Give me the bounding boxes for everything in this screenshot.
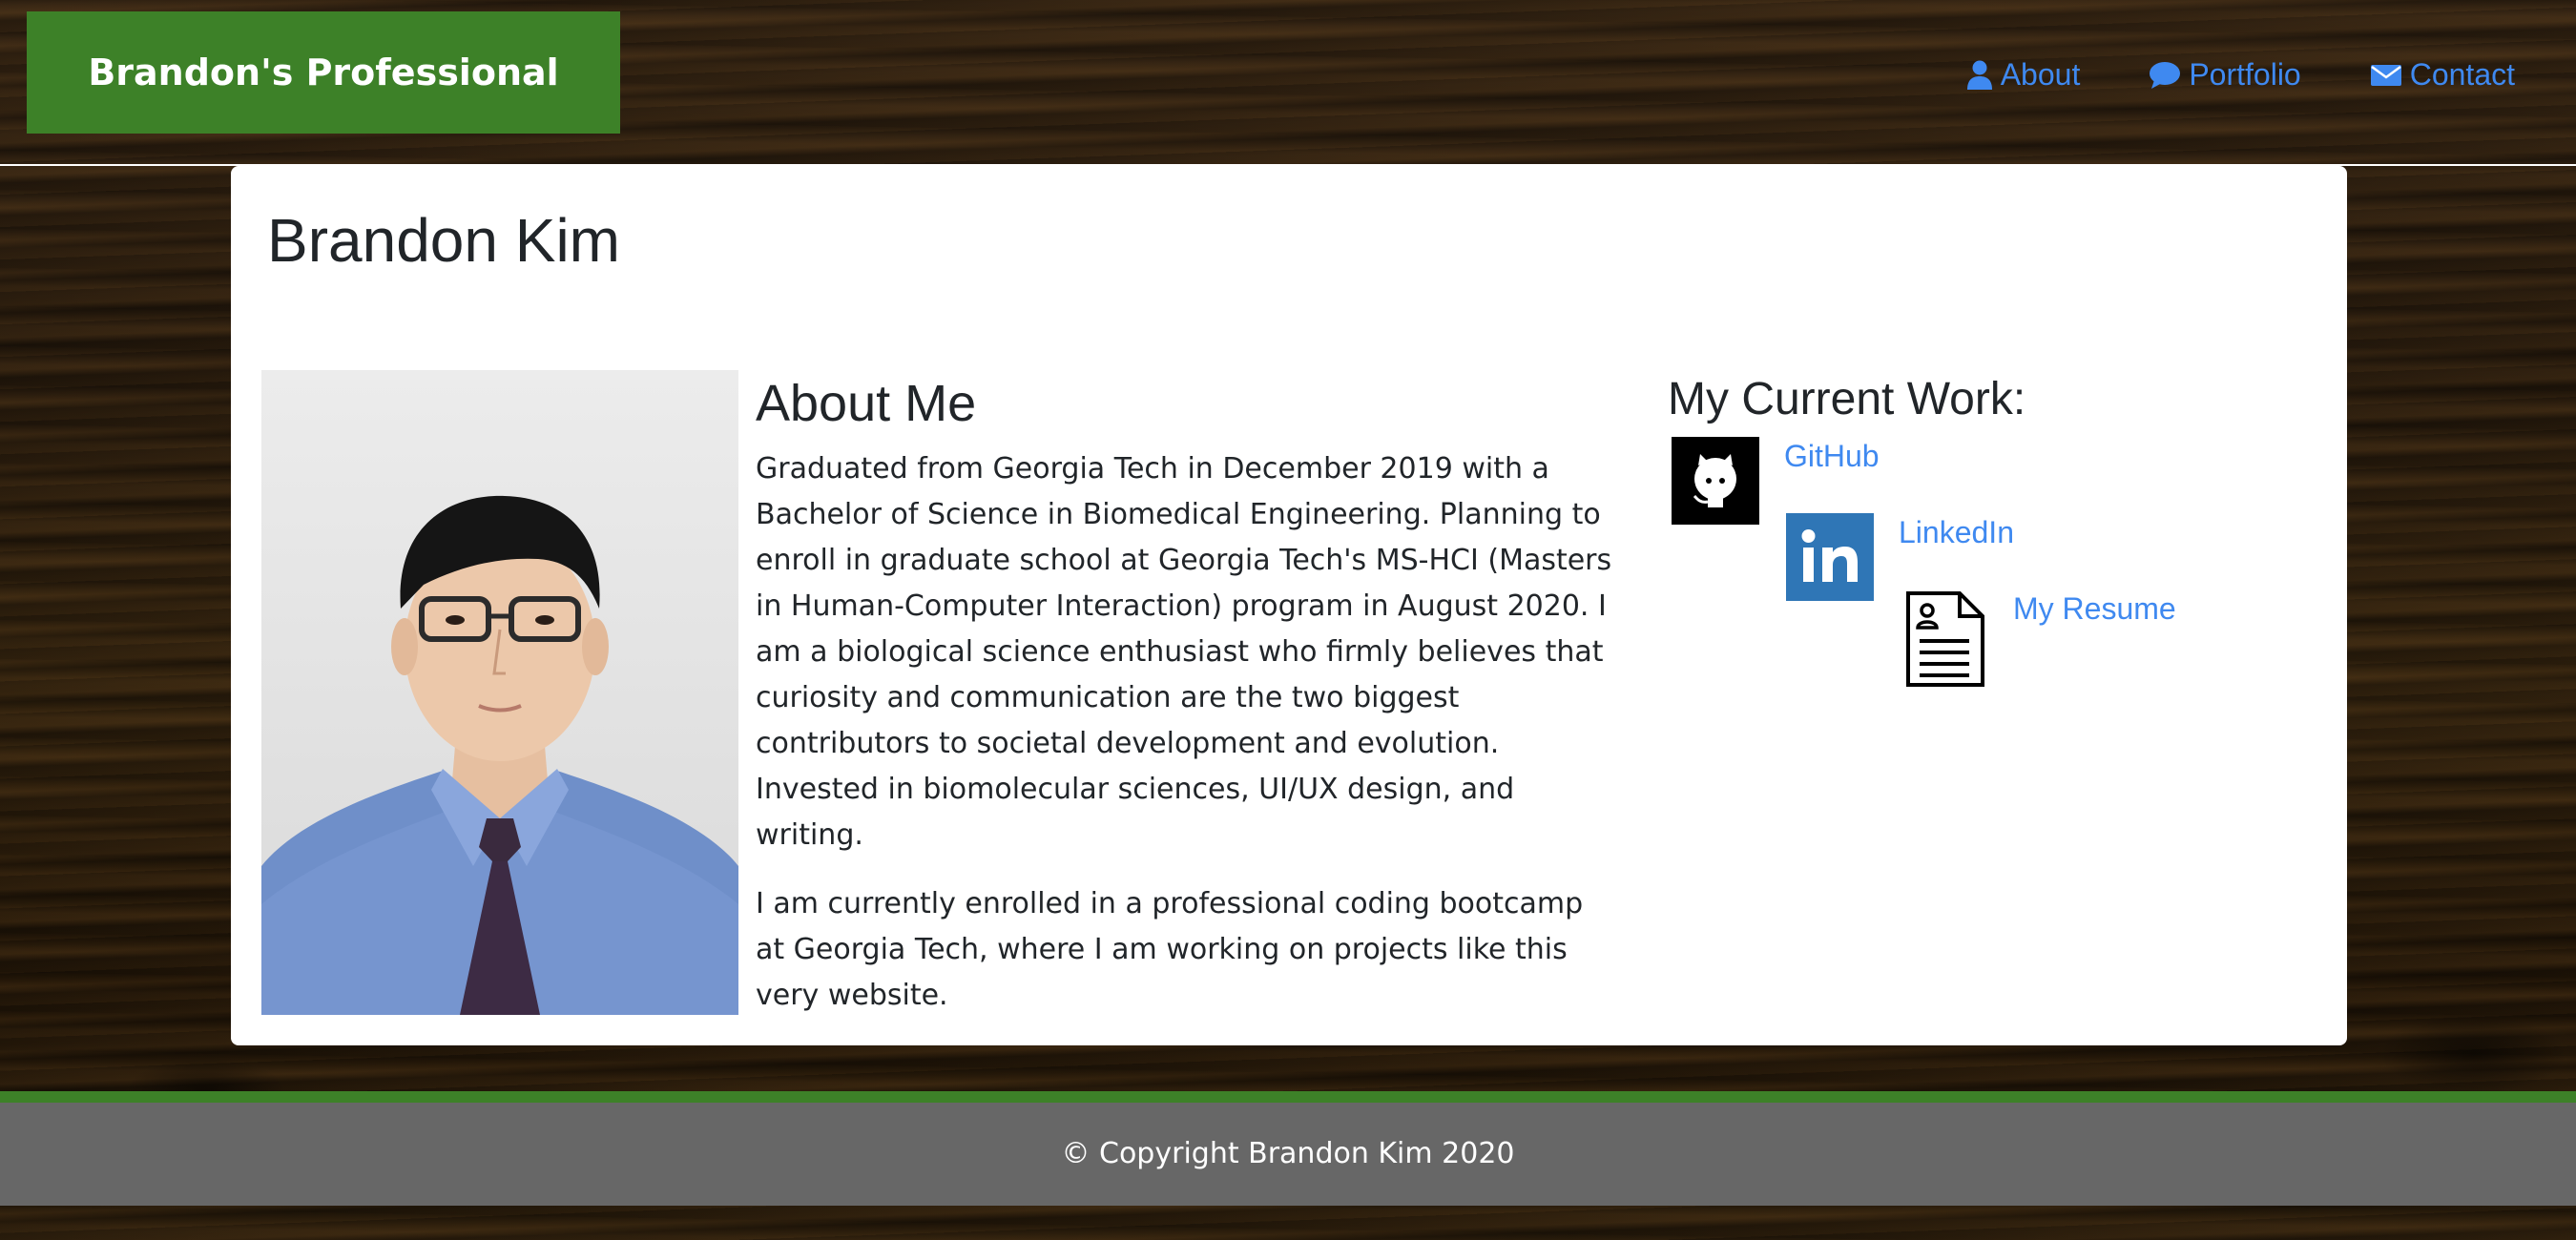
nav-portfolio-label: Portfolio bbox=[2189, 57, 2301, 92]
about-paragraph-1: Graduated from Georgia Tech in December … bbox=[756, 452, 1612, 852]
work-heading: My Current Work: bbox=[1668, 374, 2026, 424]
github-link[interactable]: GitHub bbox=[1784, 437, 1880, 475]
nav-contact-label: Contact bbox=[2409, 57, 2515, 92]
about-paragraph-2: I am currently enrolled in a professiona… bbox=[756, 887, 1584, 1012]
profile-card: Brandon Kim About Me Graduated from Geor… bbox=[231, 166, 2347, 1045]
profile-photo bbox=[261, 370, 738, 1015]
current-work-section: My Current Work: GitHub LinkedIn My Resu… bbox=[1668, 366, 2288, 687]
resume-icon bbox=[1901, 589, 1988, 692]
linkedin-icon bbox=[1786, 513, 1874, 605]
envelope-icon bbox=[2370, 63, 2402, 88]
nav-about-link[interactable]: About bbox=[1966, 57, 2081, 93]
nav-portfolio-link[interactable]: Portfolio bbox=[2149, 57, 2301, 93]
comment-icon bbox=[2149, 61, 2181, 90]
github-icon bbox=[1672, 437, 1759, 528]
footer-accent-line bbox=[0, 1091, 2576, 1103]
site-brand[interactable]: Brandon's Professional Profile bbox=[27, 11, 620, 216]
user-icon bbox=[1966, 60, 1993, 91]
main-nav: About Portfolio Contact bbox=[1966, 57, 2515, 93]
nav-about-label: About bbox=[2000, 57, 2081, 92]
about-heading: About Me bbox=[756, 375, 977, 432]
resume-link-item[interactable]: My Resume bbox=[1901, 589, 2176, 692]
profile-name: Brandon Kim bbox=[267, 206, 620, 275]
site-footer: © Copyright Brandon Kim 2020 bbox=[0, 1103, 2576, 1206]
nav-contact-link[interactable]: Contact bbox=[2370, 57, 2515, 93]
site-header: Brandon's Professional Profile About Por… bbox=[0, 0, 2576, 216]
linkedin-link[interactable]: LinkedIn bbox=[1899, 513, 2014, 551]
resume-link[interactable]: My Resume bbox=[2013, 589, 2176, 628]
about-section: About Me Graduated from Georgia Tech in … bbox=[756, 370, 1614, 1042]
copyright-text: © Copyright Brandon Kim 2020 bbox=[1061, 1137, 1515, 1170]
